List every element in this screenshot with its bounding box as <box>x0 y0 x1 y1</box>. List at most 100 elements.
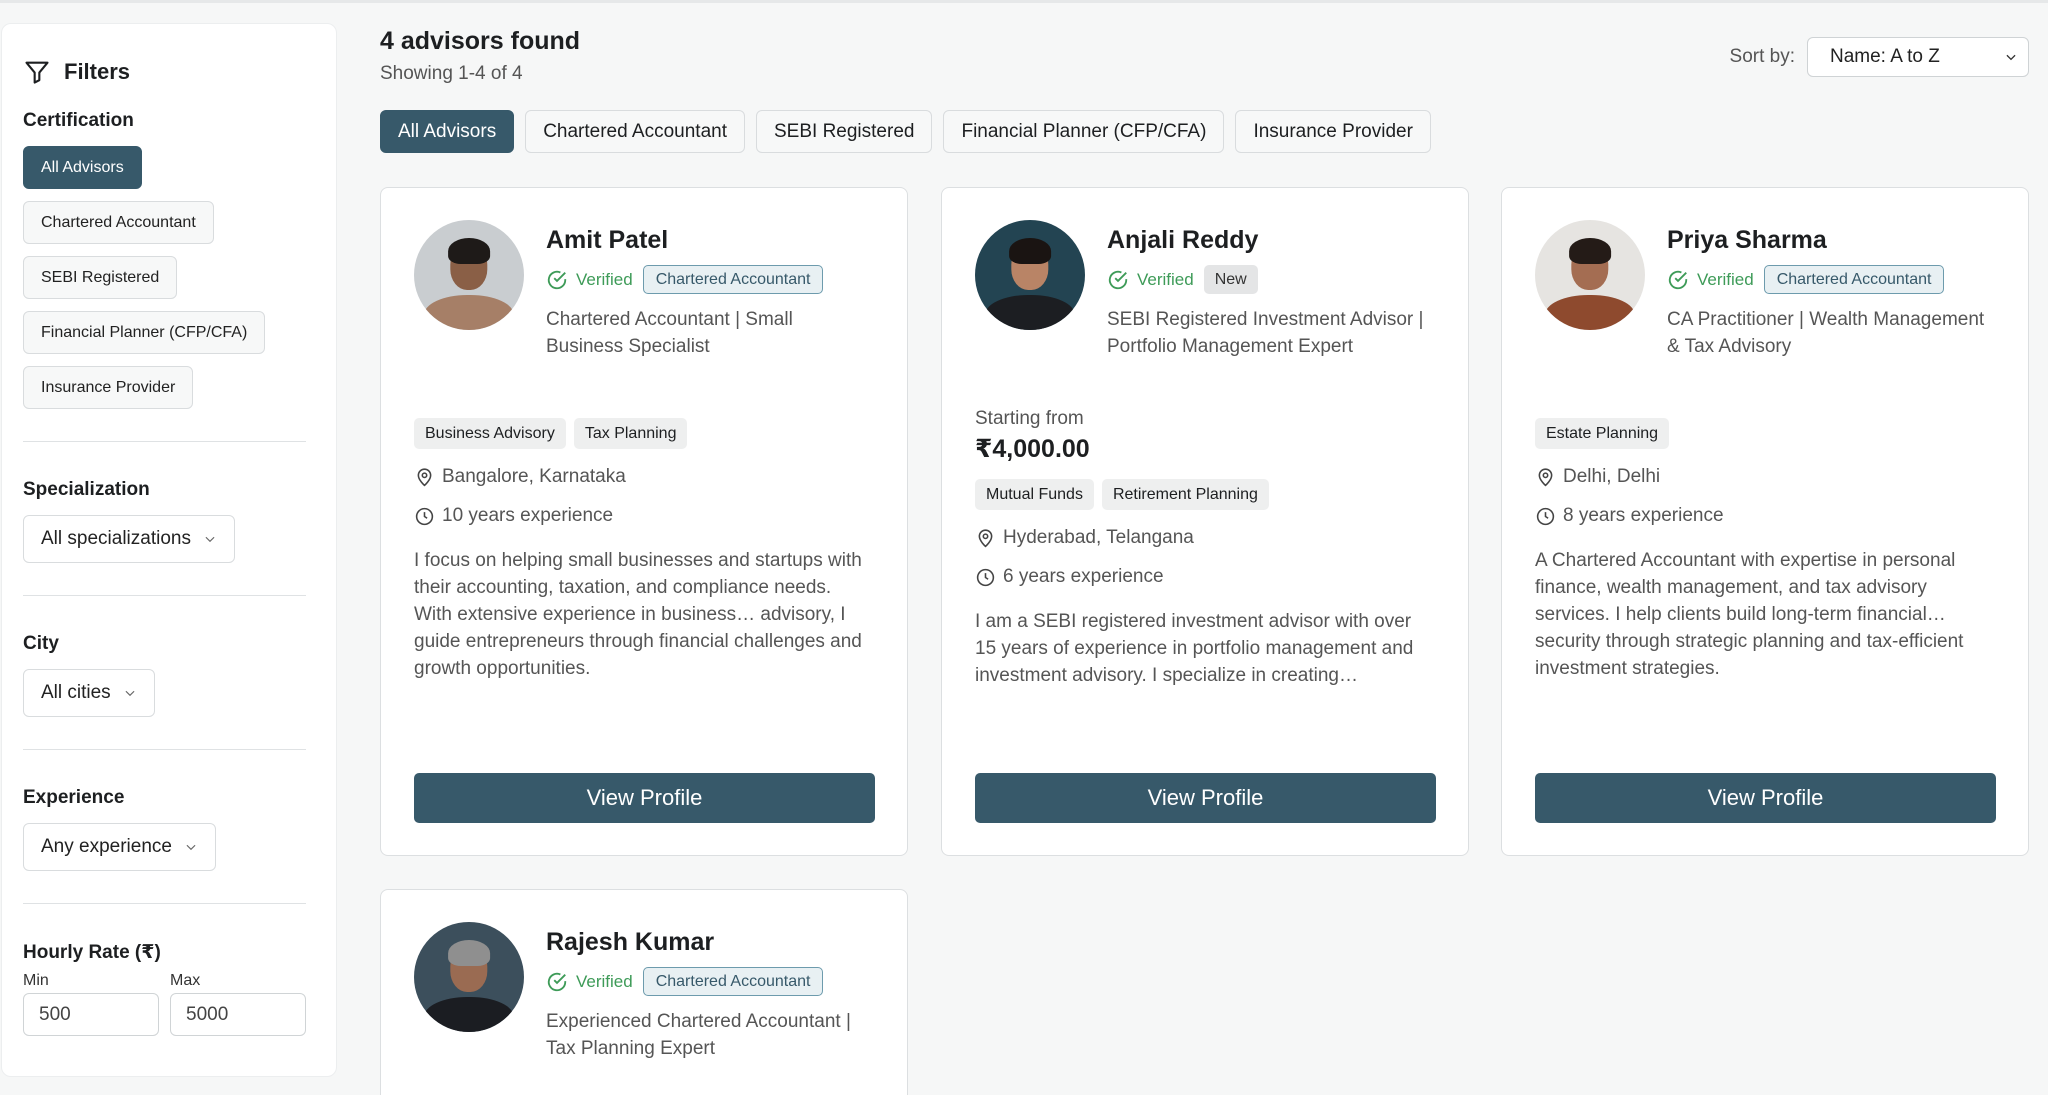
verified-label: Verified <box>1137 269 1194 289</box>
hourly-rate-range: Min Max <box>23 972 316 1036</box>
chevron-down-icon <box>186 844 196 851</box>
advisor-tagline: CA Practitioner | Wealth Management & Ta… <box>1667 309 1985 357</box>
check-circle-icon <box>547 972 567 991</box>
view-profile-button[interactable]: View Profile <box>1535 773 1996 823</box>
hourly-rate-title: Hourly Rate (₹) <box>23 942 161 963</box>
avatar <box>1535 220 1645 330</box>
specialization-select[interactable]: All specializations <box>23 515 235 563</box>
specialization-title: Specialization <box>23 479 150 500</box>
cert-option-chartered-accountant[interactable]: Chartered Accountant <box>23 201 214 244</box>
specialization-value: All specializations <box>41 528 191 549</box>
experience-title: Experience <box>23 787 125 808</box>
verified-badge: Verified <box>1667 269 1754 291</box>
filters-title: Filters <box>64 59 131 84</box>
max-rate-input[interactable] <box>170 993 306 1036</box>
certification-badge: Chartered Accountant <box>1763 265 1945 294</box>
sort-value: Name: A to Z <box>1830 46 1940 67</box>
experience-text: 8 years experience <box>1563 505 1724 526</box>
specialization-tag: Estate Planning <box>1535 418 1670 449</box>
advisor-tagline: Chartered Accountant | Small Business Sp… <box>546 309 793 357</box>
tab-sebi-registered[interactable]: SEBI Registered <box>756 110 933 153</box>
chevron-down-icon <box>125 690 135 697</box>
advisor-description: A Chartered Accountant with expertise in… <box>1535 550 1964 679</box>
advisor-description: I focus on helping small businesses and … <box>414 550 862 679</box>
advisor-experience: 6 years experience <box>975 566 1435 588</box>
city-select[interactable]: All cities <box>23 669 155 717</box>
new-badge: New <box>1203 265 1258 294</box>
certification-title: Certification <box>23 110 134 131</box>
experience-select[interactable]: Any experience <box>23 823 216 871</box>
verified-label: Verified <box>1697 269 1754 289</box>
cert-option-all-advisors[interactable]: All Advisors <box>23 146 142 189</box>
divider <box>23 903 306 904</box>
certification-badge: Chartered Accountant <box>642 967 824 996</box>
verified-label: Verified <box>576 971 633 991</box>
min-rate-label: Min <box>23 972 49 989</box>
divider <box>23 749 306 750</box>
map-pin-icon <box>1538 467 1553 486</box>
city-title: City <box>23 633 59 654</box>
city-value: All cities <box>41 682 111 703</box>
chevron-down-icon <box>205 536 215 543</box>
cert-option-insurance-provider[interactable]: Insurance Provider <box>23 366 194 409</box>
advisor-tagline: SEBI Registered Investment Advisor | Por… <box>1107 309 1424 357</box>
clock-icon <box>415 507 434 525</box>
location-text: Delhi, Delhi <box>1563 466 1661 487</box>
tab-chartered-accountant[interactable]: Chartered Accountant <box>525 110 745 153</box>
advisor-name[interactable]: Anjali Reddy <box>1107 226 1435 255</box>
advisor-card: Priya Sharma Verified Chartered Accounta… <box>1501 187 2029 856</box>
chevron-down-icon <box>2006 54 2016 61</box>
verified-label: Verified <box>576 269 633 289</box>
max-rate-label: Max <box>170 972 201 989</box>
avatar <box>414 922 524 1032</box>
advisor-tagline: Experienced Chartered Accountant | Tax P… <box>546 1011 851 1059</box>
specialization-tag: Tax Planning <box>573 418 688 449</box>
view-profile-button[interactable]: View Profile <box>975 773 1436 823</box>
tab-financial-planner[interactable]: Financial Planner (CFP/CFA) <box>943 110 1225 153</box>
advisor-location: Delhi, Delhi <box>1535 466 1995 488</box>
certification-badge: Chartered Accountant <box>642 265 824 294</box>
tab-all-advisors[interactable]: All Advisors <box>380 110 515 153</box>
experience-text: 10 years experience <box>442 505 614 526</box>
advisor-name[interactable]: Rajesh Kumar <box>546 928 874 957</box>
map-pin-icon <box>417 467 432 486</box>
specialization-tag: Retirement Planning <box>1101 479 1269 510</box>
check-circle-icon <box>1668 270 1688 289</box>
avatar <box>414 220 524 330</box>
advisor-experience: 10 years experience <box>414 505 874 527</box>
min-rate-input[interactable] <box>23 993 159 1036</box>
clock-icon <box>976 568 995 586</box>
verified-badge: Verified <box>1107 269 1194 291</box>
location-text: Hyderabad, Telangana <box>1003 527 1194 548</box>
price-label: Starting from <box>975 408 1084 429</box>
filters-header: Filters <box>23 56 316 88</box>
advisor-card: Amit Patel Verified Chartered Accountant… <box>380 187 908 856</box>
filter-icon <box>25 61 49 84</box>
experience-text: 6 years experience <box>1003 566 1164 587</box>
filters-sidebar: Filters Certification All Advisors Chart… <box>1 23 337 1077</box>
results-range: Showing 1-4 of 4 <box>380 63 523 84</box>
verified-badge: Verified <box>546 971 633 993</box>
verified-badge: Verified <box>546 269 633 291</box>
map-pin-icon <box>978 528 993 547</box>
check-circle-icon <box>1108 270 1128 289</box>
advisor-description: I am a SEBI registered investment adviso… <box>975 611 1414 686</box>
specialization-tag: Mutual Funds <box>975 479 1094 510</box>
results-count: 4 advisors found <box>380 27 581 55</box>
avatar <box>975 220 1085 330</box>
location-text: Bangalore, Karnataka <box>442 466 626 487</box>
clock-icon <box>1536 507 1555 525</box>
cert-option-sebi-registered[interactable]: SEBI Registered <box>23 256 178 299</box>
sort-control: Sort by: Name: A to Z <box>1730 37 2029 77</box>
advisor-location: Bangalore, Karnataka <box>414 466 874 488</box>
advisor-name[interactable]: Priya Sharma <box>1667 226 1995 255</box>
cert-option-financial-planner[interactable]: Financial Planner (CFP/CFA) <box>23 311 266 354</box>
experience-value: Any experience <box>41 836 172 857</box>
sort-select[interactable]: Name: A to Z <box>1807 37 2029 77</box>
view-profile-button[interactable]: View Profile <box>414 773 875 823</box>
advisor-experience: 8 years experience <box>1535 505 1995 527</box>
price-value: ₹4,000.00 <box>975 435 1090 463</box>
advisor-card: Anjali Reddy Verified New SEBI Registere… <box>941 187 1469 856</box>
tab-insurance-provider[interactable]: Insurance Provider <box>1235 110 1431 153</box>
advisor-name[interactable]: Amit Patel <box>546 226 874 255</box>
